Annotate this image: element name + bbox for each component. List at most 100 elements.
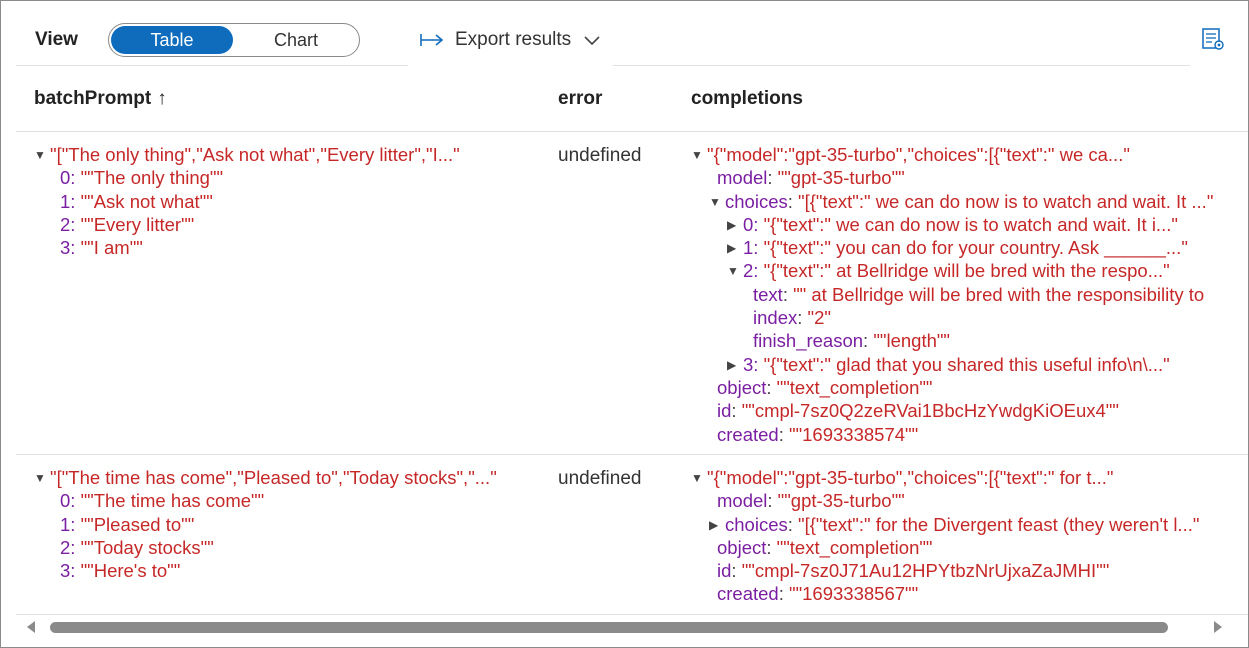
toolbar-divider xyxy=(613,65,1190,66)
toggle-table-option[interactable]: Table xyxy=(111,26,233,54)
table-header: batchPrompt ↑ error completions xyxy=(16,67,1248,132)
leaf-value: ""Ask not what"" xyxy=(80,190,213,212)
leaf-key: 1: xyxy=(60,513,76,535)
tree-leaf: 0: ""The time has come"" xyxy=(34,489,544,512)
tree-leaf: 3: ""I am"" xyxy=(34,236,544,259)
tree-leaf: 2: ""Today stocks"" xyxy=(34,536,544,559)
leaf-value: ""The time has come"" xyxy=(80,490,265,512)
node-key: 0: xyxy=(743,213,759,235)
leaf-value: ""Here's to"" xyxy=(80,560,181,582)
tree-node[interactable]: ▶ 0: "{"text":" we can do now is to watch… xyxy=(691,213,1248,236)
leaf-value: ""1693338567"" xyxy=(789,583,919,605)
tree-node[interactable]: ▼ choices: "[{"text":" we can do now is t… xyxy=(691,190,1248,213)
arrow-right-icon xyxy=(420,34,444,46)
scroll-right-icon[interactable] xyxy=(1211,619,1225,635)
tree-node[interactable]: ▼ "{"model":"gpt-35-turbo","choices":[{"t… xyxy=(691,143,1248,166)
leaf-key: created xyxy=(717,423,779,445)
scrollbar-thumb[interactable] xyxy=(50,622,1168,633)
leaf-value: ""length"" xyxy=(873,330,951,352)
column-header-label: batchPrompt xyxy=(34,88,152,109)
caret-down-icon[interactable]: ▼ xyxy=(34,144,50,167)
leaf-key: 0: xyxy=(60,490,76,512)
caret-down-icon[interactable]: ▼ xyxy=(709,191,725,214)
caret-down-icon[interactable]: ▼ xyxy=(691,467,707,490)
tree-leaf: id: ""cmpl-7sz0J71Au12HPYtbzNrUjxaZaJMHI… xyxy=(717,560,1110,582)
leaf-key: model xyxy=(717,167,768,189)
error-cell: undefined xyxy=(558,468,642,489)
scroll-left-icon[interactable] xyxy=(24,619,38,635)
leaf-key: id xyxy=(717,400,732,422)
node-value: "{"text":" at Bellridge will be bred wit… xyxy=(763,260,1170,282)
caret-right-icon[interactable]: ▶ xyxy=(727,237,743,260)
leaf-value: ""The only thing"" xyxy=(80,167,224,189)
tree-node[interactable]: ▶ choices: "[{"text":" for the Divergent … xyxy=(691,513,1248,536)
tree-leaf: id: ""cmpl-7sz0Q2zeRVai1BbcHzYwdgKiOEux4… xyxy=(717,400,1119,422)
tree-node[interactable]: ▼ "["The only thing","Ask not what","Ever… xyxy=(34,143,544,166)
horizontal-scrollbar[interactable] xyxy=(16,615,1236,640)
caret-right-icon[interactable]: ▶ xyxy=(727,214,743,237)
tree-node[interactable]: ▼ "["The time has come","Pleased to","Tod… xyxy=(34,466,544,489)
leaf-value: ""I am"" xyxy=(80,237,143,259)
node-value: "["The only thing","Ask not what","Every… xyxy=(50,144,460,165)
leaf-value: ""gpt-35-turbo"" xyxy=(777,167,905,189)
leaf-key: id xyxy=(717,560,732,582)
batchprompt-cell: ▼ "["The time has come","Pleased to","Tod… xyxy=(34,466,544,582)
leaf-key: object xyxy=(717,376,767,398)
tree-leaf: 0: ""The only thing"" xyxy=(34,166,544,189)
node-key: 3: xyxy=(743,353,759,375)
toggle-chart-option[interactable]: Chart xyxy=(235,26,357,54)
table-settings-icon[interactable] xyxy=(1201,27,1225,51)
caret-right-icon[interactable]: ▶ xyxy=(709,514,725,537)
tree-leaf: 3: ""Here's to"" xyxy=(34,559,544,582)
node-value: "["The time has come","Pleased to","Toda… xyxy=(50,467,497,488)
column-header-batchprompt[interactable]: batchPrompt ↑ xyxy=(34,88,167,110)
leaf-value: ""1693338574"" xyxy=(789,423,919,445)
node-value: "[{"text":" we can do now is to watch an… xyxy=(798,190,1214,212)
column-header-completions[interactable]: completions xyxy=(691,88,803,110)
tree-leaf: 1: ""Ask not what"" xyxy=(34,190,544,213)
node-value: "{"text":" we can do now is to watch and… xyxy=(763,213,1178,235)
tree-node[interactable]: ▼ "{"model":"gpt-35-turbo","choices":[{"t… xyxy=(691,466,1248,489)
tree-leaf: created: ""1693338574"" xyxy=(717,423,919,445)
tree-node[interactable]: ▶ 3: "{"text":" glad that you shared this… xyxy=(691,353,1248,376)
batchprompt-cell: ▼ "["The only thing","Ask not what","Ever… xyxy=(34,143,544,259)
leaf-value: "" at Bellridge will be bred with the re… xyxy=(793,283,1205,305)
leaf-value: ""Pleased to"" xyxy=(80,513,195,535)
tree-leaf: finish_reason: ""length"" xyxy=(753,330,951,352)
leaf-value: ""Every litter"" xyxy=(80,213,195,235)
leaf-key: object xyxy=(717,536,767,558)
leaf-key: created xyxy=(717,583,779,605)
column-header-error[interactable]: error xyxy=(558,88,602,110)
leaf-value: "2" xyxy=(807,307,831,329)
leaf-key: 3: xyxy=(60,560,76,582)
tree-leaf: 1: ""Pleased to"" xyxy=(34,513,544,536)
leaf-value: ""gpt-35-turbo"" xyxy=(777,490,905,512)
node-value: "[{"text":" for the Divergent feast (the… xyxy=(798,513,1200,535)
export-results-button[interactable]: Export results xyxy=(419,25,601,55)
node-key: choices xyxy=(725,190,788,212)
export-results-label: Export results xyxy=(455,29,572,50)
toolbar: View Table Chart Export results xyxy=(1,1,1248,67)
leaf-key: 3: xyxy=(60,237,76,259)
leaf-key: 1: xyxy=(60,190,76,212)
sort-ascending-icon: ↑ xyxy=(157,88,167,109)
results-table: batchPrompt ↑ error completions ▼ "["The o… xyxy=(16,67,1248,615)
tree-leaf: model: ""gpt-35-turbo"" xyxy=(717,490,905,512)
table-row: ▼ "["The time has come","Pleased to","Tod… xyxy=(16,456,1248,615)
tree-node[interactable]: ▼ 2: "{"text":" at Bellridge will be bred… xyxy=(691,259,1248,282)
caret-down-icon[interactable]: ▼ xyxy=(727,260,743,283)
chevron-down-icon xyxy=(584,36,600,46)
toolbar-divider xyxy=(16,65,408,66)
leaf-key: index xyxy=(753,307,798,329)
tree-leaf: 2: ""Every litter"" xyxy=(34,213,544,236)
completions-cell: ▼ "{"model":"gpt-35-turbo","choices":[{"t… xyxy=(691,143,1248,446)
caret-down-icon[interactable]: ▼ xyxy=(691,144,707,167)
leaf-key: finish_reason xyxy=(753,330,864,352)
completions-cell: ▼ "{"model":"gpt-35-turbo","choices":[{"t… xyxy=(691,466,1248,606)
leaf-key: text xyxy=(753,283,783,305)
tree-node[interactable]: ▶ 1: "{"text":" you can do for your count… xyxy=(691,236,1248,259)
caret-down-icon[interactable]: ▼ xyxy=(34,467,50,490)
tree-leaf: model: ""gpt-35-turbo"" xyxy=(717,167,905,189)
caret-right-icon[interactable]: ▶ xyxy=(727,354,743,377)
view-label: View xyxy=(35,29,78,50)
